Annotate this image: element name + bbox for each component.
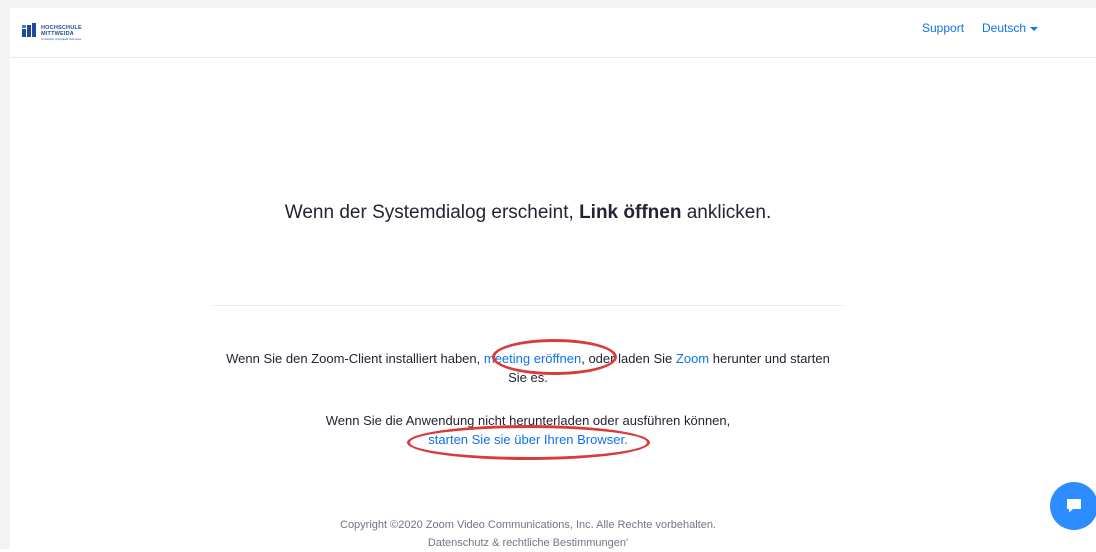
language-label: Deutsch — [982, 21, 1027, 35]
logo-text: HOCHSCHULE MITTWEIDA — [41, 25, 82, 37]
university-logo[interactable]: HOCHSCHULE MITTWEIDA University of Appli… — [22, 23, 92, 45]
annotation-circle-browser-link — [407, 425, 650, 460]
headline-after: anklicken. — [681, 202, 772, 223]
download-zoom-link[interactable]: Zoom — [676, 351, 709, 366]
logo-mark-icon — [22, 23, 36, 37]
page-header: HOCHSCHULE MITTWEIDA University of Appli… — [10, 8, 1096, 58]
copyright-text: Copyright ©2020 Zoom Video Communication… — [340, 519, 716, 531]
language-dropdown[interactable]: Deutsch — [982, 21, 1039, 35]
chat-bubble-icon — [1067, 499, 1081, 513]
logo-subline: University of Applied Sciences — [41, 37, 82, 41]
headline-bold: Link öffnen — [579, 202, 682, 223]
launch-text-1: Wenn Sie den Zoom-Client installiert hab… — [226, 351, 484, 366]
headline-before: Wenn der Systemdialog erscheint, — [284, 202, 580, 223]
caret-down-icon — [1030, 26, 1039, 31]
privacy-legal-link[interactable]: Datenschutz & rechtliche Bestimmungen' — [428, 537, 628, 549]
support-link[interactable]: Support — [922, 21, 964, 35]
page-headline: Wenn der Systemdialog erscheint, Link öf… — [0, 202, 1056, 224]
chat-button[interactable] — [1050, 482, 1096, 530]
content-divider — [212, 305, 844, 306]
annotation-circle-launch-link — [492, 339, 617, 375]
browser-frame-top — [0, 0, 1096, 8]
page-footer: Copyright ©2020 Zoom Video Communication… — [218, 516, 838, 552]
browser-frame-left — [0, 0, 10, 549]
